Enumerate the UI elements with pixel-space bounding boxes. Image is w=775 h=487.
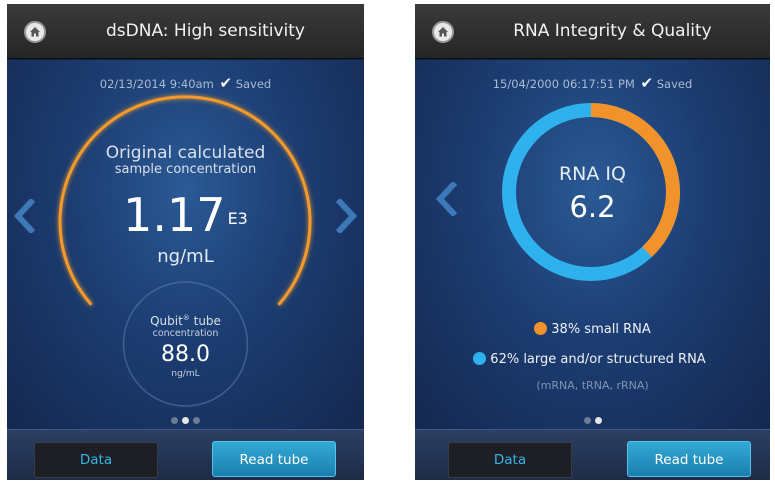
legend-small-rna: 38% small RNA bbox=[415, 322, 770, 337]
tube-label-brand: Qubit bbox=[150, 314, 183, 328]
title-bar: dsDNA: High sensitivity bbox=[7, 4, 364, 59]
home-icon[interactable] bbox=[24, 21, 46, 43]
legend-large-text: 62% large and/or structured RNA bbox=[490, 352, 706, 367]
dsdna-result-screen: dsDNA: High sensitivity 02/13/2014 9:40a… bbox=[7, 4, 364, 480]
tube-concentration-unit: ng/mL bbox=[171, 369, 200, 379]
data-button[interactable]: Data bbox=[34, 442, 158, 478]
chevron-left-icon[interactable] bbox=[13, 197, 36, 237]
tube-concentration-label: Qubit® tube bbox=[7, 314, 364, 328]
chevron-left-icon[interactable] bbox=[435, 180, 458, 220]
legend-small-text: 38% small RNA bbox=[551, 322, 651, 337]
page-indicator bbox=[7, 409, 364, 428]
read-tube-button[interactable]: Read tube bbox=[212, 441, 336, 477]
bottom-bar: Data Read tube bbox=[7, 429, 364, 480]
page-dot-active[interactable] bbox=[594, 417, 602, 424]
page-dot[interactable] bbox=[583, 417, 591, 424]
original-concentration-sublabel: sample concentration bbox=[114, 162, 257, 177]
read-tube-button[interactable]: Read tube bbox=[627, 441, 751, 477]
title-bar: RNA Integrity & Quality bbox=[415, 4, 770, 59]
rna-iq-result-screen: RNA Integrity & Quality 15/04/2000 06:17… bbox=[415, 4, 770, 480]
original-concentration-label: Original calculated bbox=[105, 143, 266, 163]
page-dot-active[interactable] bbox=[182, 417, 189, 424]
original-concentration-unit: ng/mL bbox=[157, 246, 214, 267]
page-indicator bbox=[415, 409, 770, 428]
concentration-exponent: E3 bbox=[227, 209, 248, 228]
screen-title: dsDNA: High sensitivity bbox=[106, 21, 305, 41]
tube-label-suffix: tube bbox=[189, 314, 221, 328]
rna-iq-label: RNA IQ bbox=[558, 163, 626, 185]
chevron-right-icon[interactable] bbox=[335, 197, 358, 237]
result-panel: 15/04/2000 06:17:51 PM ✔ Saved RNA IQ 6.… bbox=[415, 60, 770, 429]
data-button[interactable]: Data bbox=[448, 442, 572, 478]
result-panel: 02/13/2014 9:40am ✔ Saved Original calcu… bbox=[7, 60, 364, 429]
screen-title: RNA Integrity & Quality bbox=[513, 21, 712, 41]
page-dot[interactable] bbox=[171, 417, 178, 424]
page-dot[interactable] bbox=[193, 417, 200, 424]
legend-large-rna: 62% large and/or structured RNA bbox=[415, 352, 770, 367]
blue-dot-icon bbox=[473, 352, 487, 365]
home-icon[interactable] bbox=[432, 21, 454, 43]
legend-note: (mRNA, tRNA, rRNA) bbox=[536, 379, 649, 392]
concentration-number: 1.17 bbox=[123, 188, 226, 242]
rna-iq-ring-chart bbox=[502, 103, 680, 281]
tube-concentration-sublabel: concentration bbox=[152, 328, 219, 339]
orange-dot-icon bbox=[534, 322, 548, 335]
tube-concentration-value: 88.0 bbox=[161, 342, 210, 367]
rna-iq-value: 6.2 bbox=[569, 190, 616, 224]
original-concentration-value: 1.17 E3 bbox=[7, 190, 364, 240]
bottom-bar: Data Read tube bbox=[415, 429, 770, 480]
registered-mark: ® bbox=[182, 314, 190, 322]
